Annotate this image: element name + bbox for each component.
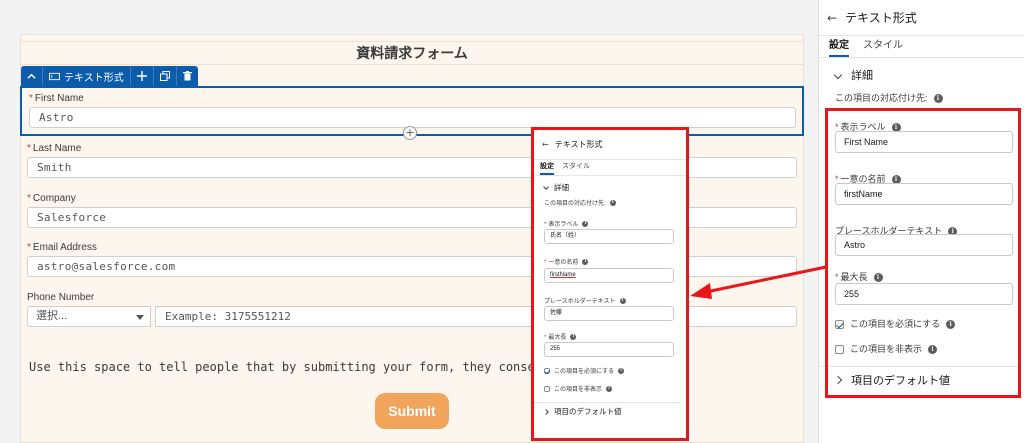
trash-icon: [182, 71, 192, 81]
country-code-value: 選択...: [36, 310, 68, 322]
phone-input[interactable]: Example: 3175551212: [155, 306, 797, 327]
highlight-box-popup: [531, 127, 689, 441]
component-type[interactable]: テキスト形式: [43, 66, 131, 86]
required-asterisk: *: [27, 193, 31, 204]
component-toolbar: テキスト形式: [21, 66, 198, 86]
back-arrow-icon[interactable]: ←: [827, 11, 837, 25]
highlight-box-right: [825, 108, 1021, 398]
first-name-label: First Name: [34, 93, 84, 104]
details-section-label: 詳細: [851, 70, 873, 82]
info-icon[interactable]: i: [933, 94, 943, 104]
form-canvas: 資料請求フォーム テキスト形式 * First Name Astro + * L…: [0, 0, 818, 443]
mapping-row: この項目の対応付け先: i: [835, 91, 943, 104]
submit-button[interactable]: Submit: [375, 393, 449, 429]
panel-header: ← テキスト形式: [819, 0, 1024, 36]
delete-button[interactable]: [177, 66, 198, 86]
form-title-bar: 資料請求フォーム: [21, 41, 803, 65]
company-label: Company: [32, 193, 76, 204]
required-asterisk: *: [27, 143, 31, 154]
caret-down-icon: [136, 315, 144, 320]
mapping-label: この項目の対応付け先:: [835, 93, 928, 103]
text-field-icon: [49, 72, 60, 80]
required-asterisk: *: [29, 93, 33, 104]
component-type-label: テキスト形式: [64, 72, 124, 84]
form-title: 資料請求フォーム: [356, 45, 468, 61]
details-section-toggle[interactable]: 詳細: [819, 62, 1024, 88]
add-component-button[interactable]: +: [403, 126, 417, 140]
tab-style[interactable]: スタイル: [863, 36, 903, 57]
tab-settings[interactable]: 設定: [829, 36, 849, 57]
email-label: Email Address: [32, 242, 97, 253]
chevron-down-icon: [833, 70, 843, 80]
collapse-button[interactable]: [21, 66, 43, 86]
last-name-label: Last Name: [32, 143, 82, 154]
required-asterisk: *: [27, 242, 31, 253]
move-button[interactable]: [131, 66, 154, 86]
panel-title: テキスト形式: [845, 11, 917, 25]
country-code-select[interactable]: 選択...: [27, 306, 151, 327]
panel-tabs: 設定 スタイル: [819, 36, 1024, 58]
copy-icon: [159, 71, 170, 81]
duplicate-button[interactable]: [154, 66, 177, 86]
consent-text: Use this space to tell people that by su…: [29, 360, 549, 374]
move-icon: [136, 71, 147, 81]
chevron-up-icon: [27, 73, 36, 79]
first-name-input[interactable]: Astro: [29, 107, 796, 128]
